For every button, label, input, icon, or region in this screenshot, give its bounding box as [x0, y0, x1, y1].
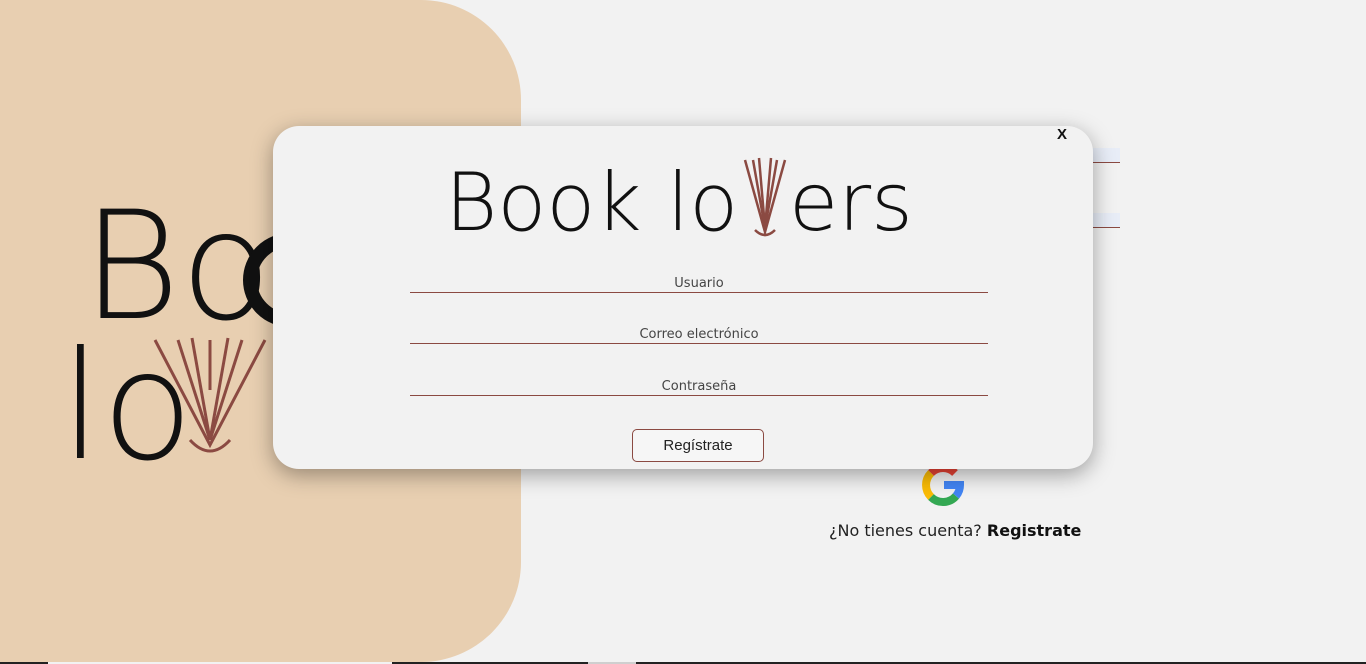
register-button[interactable]: Regístrate	[632, 429, 764, 462]
username-field[interactable]: Usuario	[410, 272, 988, 293]
username-placeholder: Usuario	[674, 276, 724, 291]
background-logo-word2: lo	[60, 320, 193, 470]
background-password-field[interactable]	[1093, 213, 1120, 228]
no-account-prompt: ¿No tienes cuenta? Registrate	[829, 521, 1081, 540]
background-username-field[interactable]	[1093, 148, 1120, 163]
password-field[interactable]: Contraseña	[410, 375, 988, 396]
email-field[interactable]: Correo electrónico	[410, 323, 988, 344]
close-button[interactable]: X	[1057, 126, 1067, 143]
password-placeholder: Contraseña	[661, 379, 737, 394]
book-fan-icon	[743, 157, 787, 237]
email-placeholder: Correo electrónico	[639, 327, 759, 342]
logo-text-ers: ers	[789, 156, 913, 238]
logo-text-book-lo: Book lo	[445, 156, 738, 238]
signup-link[interactable]: Registrate	[987, 521, 1081, 540]
signup-modal: X Book lo ers Usuario Correo electrónico…	[273, 126, 1093, 469]
book-lovers-logo: Book lo ers	[445, 156, 913, 238]
no-account-text: ¿No tienes cuenta?	[829, 521, 982, 540]
